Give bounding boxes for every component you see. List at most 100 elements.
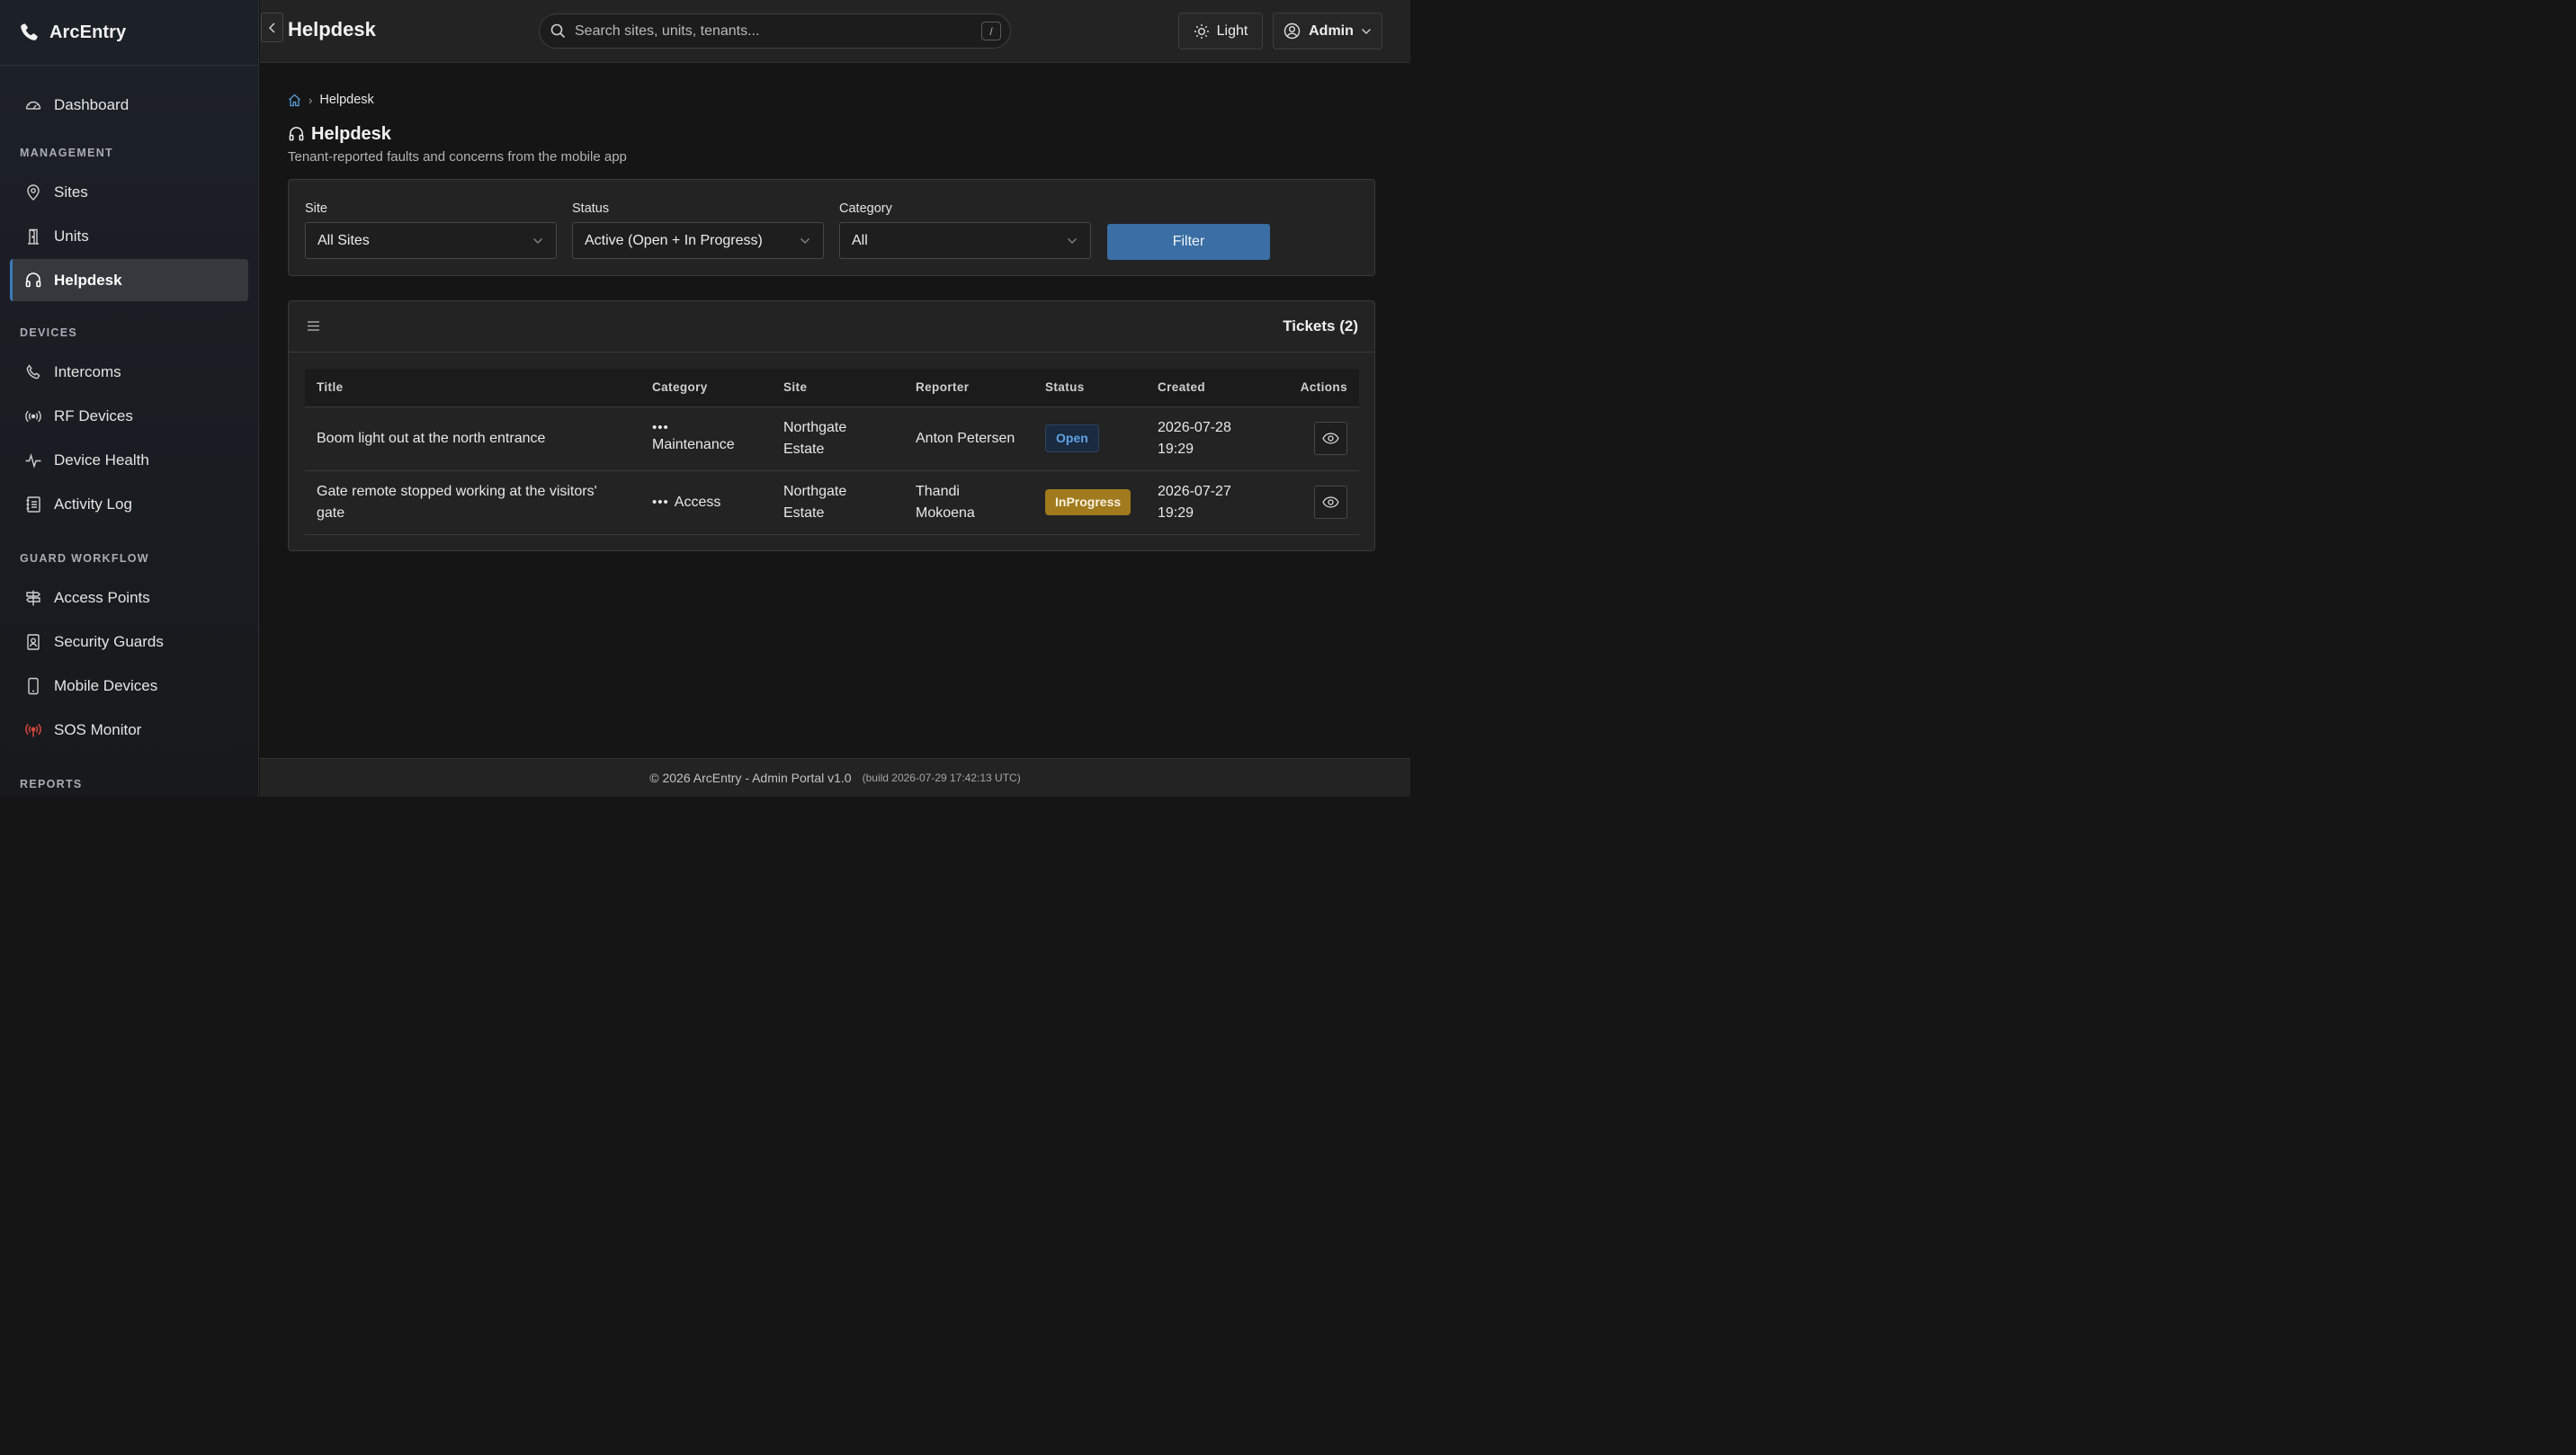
footer-copyright: © 2026 ArcEntry - Admin Portal v1.0 (649, 771, 852, 785)
sidebar-item-mobile-devices[interactable]: Mobile Devices (10, 665, 248, 707)
section-management: MANAGEMENT (20, 147, 113, 159)
user-menu-button[interactable]: Admin (1273, 13, 1382, 49)
sidebar-item-label: Mobile Devices (54, 676, 158, 694)
user-circle-icon (1284, 22, 1301, 40)
category-select-value: All (852, 232, 868, 248)
sidebar-item-sos-monitor[interactable]: SOS Monitor (10, 709, 248, 751)
ticket-site: Northgate Estate (772, 406, 904, 471)
topbar: Helpdesk / Light Admin (260, 0, 1410, 63)
page-subtitle: Tenant-reported faults and concerns from… (288, 149, 627, 165)
site-select-value: All Sites (318, 232, 370, 248)
status-badge: InProgress (1045, 489, 1131, 515)
col-created[interactable]: Created (1146, 369, 1275, 407)
main-content: › Helpdesk Helpdesk Tenant-reported faul… (260, 64, 1410, 758)
headset-icon (24, 272, 42, 290)
phone-icon (24, 363, 42, 381)
brand[interactable]: ArcEntry (0, 0, 258, 66)
col-actions: Actions (1275, 369, 1359, 407)
ticket-created: 2026-07-27 19:29 (1146, 470, 1275, 535)
ticket-category: ••• Maintenance (652, 419, 772, 456)
broadcast-icon (24, 407, 42, 425)
filter-button[interactable]: Filter (1107, 224, 1270, 260)
sidebar-item-security-guards[interactable]: Security Guards (10, 620, 248, 663)
sidebar-item-label: Units (54, 227, 89, 245)
col-site[interactable]: Site (772, 369, 904, 407)
home-icon[interactable] (288, 94, 301, 107)
more-dots-icon: ••• (652, 419, 669, 435)
section-reports: REPORTS (20, 778, 83, 790)
chevron-down-icon (1361, 28, 1372, 35)
phone-icon (18, 22, 40, 43)
signpost-icon (24, 589, 42, 607)
sidebar: ArcEntry Dashboard MANAGEMENT Sites Unit… (0, 0, 259, 797)
category-filter: Category All (839, 201, 1091, 259)
status-select[interactable]: Active (Open + In Progress) (572, 222, 824, 259)
col-status[interactable]: Status (1033, 369, 1146, 407)
footer-build: (build 2026-07-29 17:42:13 UTC) (862, 772, 1021, 784)
door-icon (24, 228, 42, 245)
ticket-reporter: Thandi Mokoena (904, 470, 1033, 535)
ticket-category-label: Access (674, 494, 721, 510)
breadcrumb: › Helpdesk (288, 93, 374, 107)
list-icon[interactable] (307, 320, 320, 332)
filter-panel: Site All Sites Status Active (Open + In … (288, 179, 1375, 276)
sidebar-item-label: Dashboard (54, 95, 130, 113)
sidebar-nav: Dashboard MANAGEMENT Sites Units Helpdes… (0, 66, 258, 793)
status-filter-label: Status (572, 201, 610, 216)
collapse-sidebar-button[interactable] (261, 13, 283, 42)
sidebar-item-intercoms[interactable]: Intercoms (10, 351, 248, 393)
sidebar-item-label: Access Points (54, 588, 150, 606)
chevron-down-icon (800, 237, 810, 245)
broadcast-pin-icon (24, 721, 42, 739)
page-title: Helpdesk (288, 124, 391, 145)
gauge-icon (24, 96, 42, 114)
ticket-site: Northgate Estate (772, 470, 904, 535)
sidebar-item-units[interactable]: Units (10, 215, 248, 257)
tickets-panel: Tickets (2) Title Category Site Reporter… (288, 300, 1375, 551)
sidebar-item-label: Helpdesk (54, 271, 122, 289)
sidebar-item-label: SOS Monitor (54, 720, 142, 738)
sidebar-item-sites[interactable]: Sites (10, 171, 248, 213)
site-filter: Site All Sites (305, 201, 557, 259)
sidebar-item-label: Device Health (54, 451, 149, 469)
topbar-title: Helpdesk (288, 18, 376, 40)
category-select[interactable]: All (839, 222, 1091, 259)
sidebar-item-device-health[interactable]: Device Health (10, 439, 248, 481)
search-bar[interactable]: / (539, 13, 1011, 49)
activity-icon (24, 451, 42, 469)
eye-icon (1322, 433, 1339, 444)
brand-name: ArcEntry (49, 22, 127, 42)
sidebar-item-access-points[interactable]: Access Points (10, 576, 248, 619)
breadcrumb-current: Helpdesk (319, 93, 374, 107)
ticket-reporter: Anton Petersen (904, 406, 1033, 471)
sidebar-item-activity-log[interactable]: Activity Log (10, 483, 248, 525)
sidebar-item-helpdesk[interactable]: Helpdesk (10, 259, 248, 301)
theme-toggle-button[interactable]: Light (1178, 13, 1263, 49)
eye-icon (1322, 496, 1339, 508)
site-select[interactable]: All Sites (305, 222, 557, 259)
search-input[interactable] (575, 22, 981, 40)
ticket-category: ••• Access (652, 492, 772, 513)
status-filter: Status Active (Open + In Progress) (572, 201, 824, 259)
view-ticket-button[interactable] (1314, 486, 1347, 519)
col-title[interactable]: Title (305, 369, 640, 407)
tickets-panel-header: Tickets (2) (289, 301, 1374, 353)
sidebar-item-label: Activity Log (54, 495, 132, 513)
more-dots-icon: ••• (652, 494, 669, 510)
view-ticket-button[interactable] (1314, 422, 1347, 455)
chevron-down-icon (1067, 237, 1078, 245)
table-row[interactable]: Boom light out at the north entrance •••… (305, 406, 1359, 471)
sidebar-item-dashboard[interactable]: Dashboard (10, 84, 248, 126)
chevron-left-icon (267, 22, 278, 34)
table-header-row: Title Category Site Reporter Status Crea… (305, 369, 1359, 407)
search-shortcut-key: / (981, 22, 1001, 40)
col-category[interactable]: Category (640, 369, 772, 407)
category-filter-label: Category (839, 201, 892, 216)
page-title-text: Helpdesk (311, 124, 391, 144)
sidebar-item-rf-devices[interactable]: RF Devices (10, 395, 248, 437)
ticket-title: Gate remote stopped working at the visit… (305, 470, 640, 535)
sidebar-item-label: Intercoms (54, 362, 121, 380)
headset-icon (288, 126, 305, 143)
col-reporter[interactable]: Reporter (904, 369, 1033, 407)
table-row[interactable]: Gate remote stopped working at the visit… (305, 470, 1359, 535)
